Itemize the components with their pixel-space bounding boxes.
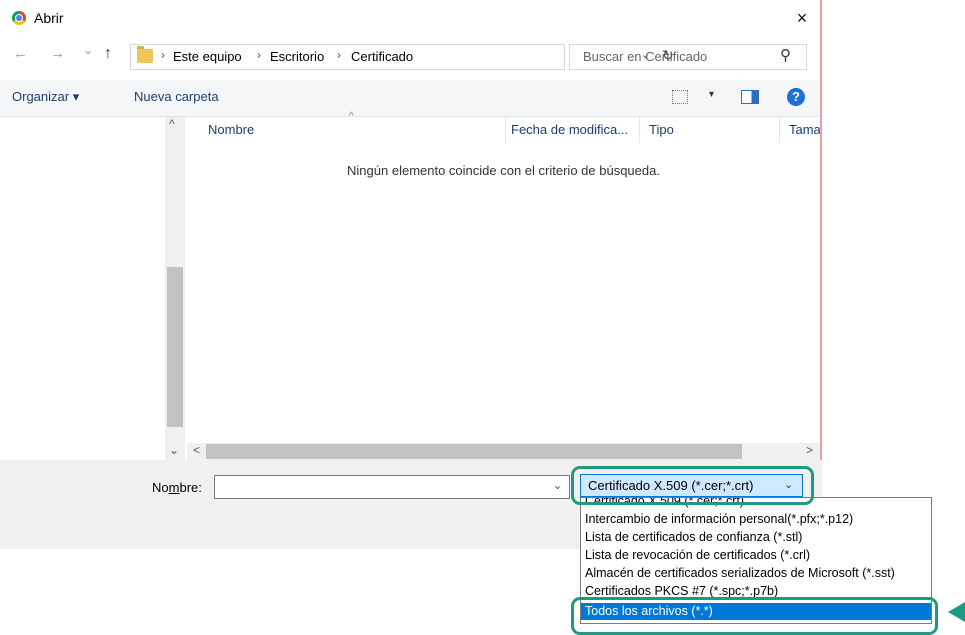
new-folder-button[interactable]: Nueva carpeta xyxy=(134,89,219,104)
address-bar[interactable]: › Este equipo › Escritorio › Certificado… xyxy=(130,44,674,70)
breadcrumb-separator-icon: › xyxy=(161,48,165,62)
view-options-dropdown-icon[interactable]: ▾ xyxy=(709,89,714,100)
scroll-down-icon[interactable]: ⌄ xyxy=(169,443,179,457)
scroll-right-icon[interactable]: > xyxy=(806,443,813,457)
filename-label-part: No xyxy=(152,480,169,495)
help-icon[interactable]: ? xyxy=(787,88,805,106)
filename-label: Nombre: xyxy=(152,480,202,495)
column-header-tipo[interactable]: Tipo xyxy=(649,122,674,137)
file-list-horizontal-scrollbar[interactable]: < > xyxy=(187,443,820,460)
column-header-nombre[interactable]: Nombre xyxy=(208,122,254,137)
breadcrumb-escritorio[interactable]: Escritorio xyxy=(270,49,324,64)
navigation-pane[interactable] xyxy=(0,117,165,460)
navigation-pane-scrollbar[interactable]: ^ ⌄ xyxy=(165,117,185,460)
scroll-left-icon[interactable]: < xyxy=(193,443,200,457)
scroll-up-icon[interactable]: ^ xyxy=(169,117,175,131)
breadcrumb-certificado[interactable]: Certificado xyxy=(351,49,413,64)
recent-locations-icon[interactable]: ⌄ xyxy=(83,40,93,60)
highlight-ring-file-type xyxy=(571,466,814,505)
change-view-icon[interactable] xyxy=(672,90,688,104)
column-divider[interactable] xyxy=(639,117,640,143)
highlight-ring-all-files-option xyxy=(571,597,938,635)
organize-button[interactable]: Organizar ▾ xyxy=(12,89,79,105)
file-type-option[interactable]: Lista de revocación de certificados (*.c… xyxy=(581,547,931,564)
filename-dropdown-icon[interactable]: ⌄ xyxy=(553,479,562,492)
search-icon[interactable]: ⚲ xyxy=(780,46,791,64)
pointer-arrow-icon xyxy=(948,602,965,622)
sort-ascending-icon: ^ xyxy=(349,111,354,122)
column-divider[interactable] xyxy=(505,117,506,143)
search-box[interactable]: Buscar en Certificado ⚲ xyxy=(569,44,807,70)
back-arrow-icon[interactable]: ← xyxy=(13,44,28,64)
forward-arrow-icon[interactable]: → xyxy=(50,44,65,64)
close-button[interactable]: × xyxy=(790,7,814,29)
breadcrumb-separator-icon: › xyxy=(337,48,341,62)
up-arrow-icon[interactable]: ↑ xyxy=(104,44,112,64)
command-toolbar: Organizar ▾ Nueva carpeta ▾ ? xyxy=(0,80,820,117)
window-title: Abrir xyxy=(34,10,64,26)
preview-pane-icon[interactable] xyxy=(741,90,759,104)
file-type-option[interactable]: Intercambio de información personal(*.pf… xyxy=(581,511,931,528)
title-bar: Abrir × xyxy=(0,0,820,36)
column-header-tamano[interactable]: Tama xyxy=(789,122,821,137)
search-placeholder: Buscar en Certificado xyxy=(583,49,708,64)
column-divider[interactable] xyxy=(779,117,780,143)
breadcrumb-separator-icon: › xyxy=(257,48,261,62)
filename-label-accelerator: m xyxy=(168,480,180,495)
scrollbar-thumb[interactable] xyxy=(206,444,742,459)
file-list[interactable]: ^ Nombre Fecha de modifica... Tipo Tama … xyxy=(187,111,821,443)
file-type-option[interactable]: Almacén de certificados serializados de … xyxy=(581,565,931,582)
column-header-fecha[interactable]: Fecha de modifica... xyxy=(511,122,628,137)
filename-input[interactable]: ⌄ xyxy=(214,475,570,499)
filename-label-part: bre: xyxy=(179,480,202,495)
file-type-option[interactable]: Lista de certificados de confianza (*.st… xyxy=(581,529,931,546)
scrollbar-thumb[interactable] xyxy=(167,267,183,427)
breadcrumb-este-equipo[interactable]: Este equipo xyxy=(173,49,242,64)
chrome-app-icon xyxy=(12,11,26,25)
folder-icon xyxy=(137,46,153,63)
window-edge xyxy=(820,0,822,460)
empty-folder-message: Ningún elemento coincide con el criterio… xyxy=(347,163,660,178)
